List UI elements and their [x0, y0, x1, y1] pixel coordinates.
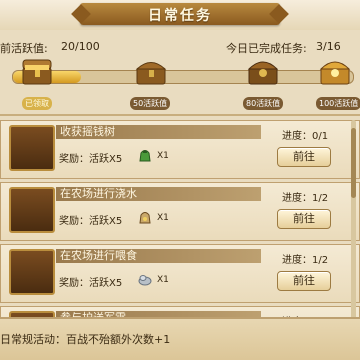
money-bag-icon	[139, 150, 151, 162]
treasure-chest-icon[interactable]	[134, 54, 168, 88]
daily-tasks-screen: 日常任务 前活跃值: 20/100 今日已完成任务: 3/16 已领取 50活跃…	[0, 0, 360, 360]
scrollbar-thumb[interactable]	[351, 128, 356, 198]
treasure-chest-open-icon[interactable]	[20, 54, 54, 88]
task-name-bar: 在农场进行喂食	[56, 249, 261, 263]
page-title: 日常任务	[148, 8, 212, 24]
task-name-bar: 收获摇钱树	[56, 125, 261, 139]
today-completed-value: 3/16	[316, 40, 341, 53]
coin-pouch-icon	[139, 212, 151, 224]
title-ribbon: 日常任务	[80, 3, 280, 25]
activity-header: 前活跃值: 20/100 今日已完成任务: 3/16	[0, 40, 360, 56]
go-button[interactable]: 前往	[277, 271, 331, 291]
reward-label: 奖励：活跃X5	[59, 154, 123, 165]
task-progress: 进度：1/2	[282, 193, 329, 204]
go-button[interactable]: 前往	[277, 147, 331, 167]
reward-label: 奖励：活跃X5	[59, 216, 123, 227]
activity-progress-track	[12, 70, 354, 84]
watering-icon	[9, 187, 55, 233]
chest-label-50: 50活跃值	[130, 97, 171, 110]
task-card: 收获摇钱树 奖励：活跃X5 X1 进度：0/1 前往	[0, 120, 360, 179]
task-name: 在农场进行喂食	[60, 249, 137, 262]
task-card: 在农场进行浇水 奖励：活跃X5 X1 进度：1/2 前往	[0, 182, 360, 241]
task-name: 收获摇钱树	[60, 125, 115, 138]
task-name-bar: 在农场进行浇水	[56, 187, 261, 201]
reward-label: 奖励：活跃X5	[59, 278, 123, 289]
feeding-icon	[9, 249, 55, 295]
treasure-chest-icon[interactable]	[318, 54, 352, 88]
chest-label-80: 80活跃值	[243, 97, 284, 110]
reward-qty: X1	[157, 213, 169, 223]
footer-activity-text: 日常规活动：百战不殆额外次数+1	[0, 333, 171, 346]
reward-qty: X1	[157, 151, 169, 161]
title-bar: 日常任务	[0, 0, 360, 30]
footer-bar: 日常规活动：百战不殆额外次数+1	[0, 317, 360, 360]
task-name: 在农场进行浇水	[60, 187, 137, 200]
money-tree-icon	[9, 125, 55, 171]
divider	[0, 114, 360, 116]
treasure-chest-icon[interactable]	[246, 54, 280, 88]
chest-label-100: 100活跃值	[316, 97, 360, 110]
task-progress: 进度：0/1	[282, 131, 329, 142]
task-progress: 进度：1/2	[282, 255, 329, 266]
task-list-scrollbar[interactable]	[351, 120, 356, 320]
silver-ore-icon	[138, 275, 152, 286]
reward-qty: X1	[157, 275, 169, 285]
chest-label-claimed: 已领取	[22, 97, 52, 110]
activity-value: 20/100	[61, 40, 100, 53]
go-button[interactable]: 前往	[277, 209, 331, 229]
task-card: 在农场进行喂食 奖励：活跃X5 X1 进度：1/2 前往	[0, 244, 360, 303]
